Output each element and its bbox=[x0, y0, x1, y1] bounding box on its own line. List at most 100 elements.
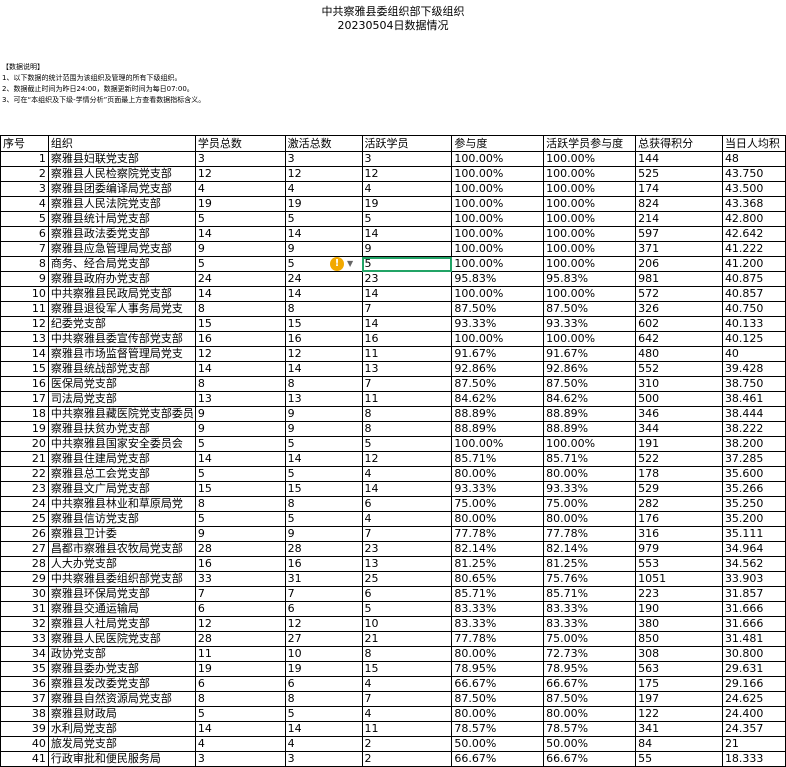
table-cell[interactable]: 341 bbox=[635, 721, 723, 737]
table-cell[interactable]: 87.50% bbox=[543, 301, 637, 317]
table-cell[interactable]: 23 bbox=[361, 541, 453, 557]
table-cell[interactable]: 3 bbox=[194, 751, 286, 767]
table-cell[interactable]: 43.750 bbox=[721, 166, 786, 182]
table-cell[interactable]: 4 bbox=[361, 706, 453, 722]
row-number-cell[interactable]: 36 bbox=[0, 676, 49, 692]
table-cell[interactable]: 602 bbox=[635, 316, 723, 332]
row-number-cell[interactable]: 4 bbox=[0, 196, 49, 212]
table-cell[interactable]: 14 bbox=[194, 361, 286, 377]
table-cell[interactable]: 92.86% bbox=[451, 361, 545, 377]
table-cell[interactable]: 81.25% bbox=[451, 556, 545, 572]
table-cell[interactable]: 92.86% bbox=[543, 361, 637, 377]
table-cell[interactable]: 8 bbox=[284, 376, 363, 392]
table-cell[interactable]: 24.625 bbox=[721, 691, 786, 707]
table-cell[interactable]: 中共察雅县民政局党支部 bbox=[47, 286, 196, 302]
table-cell[interactable]: 6 bbox=[284, 601, 363, 617]
table-cell[interactable]: 100.00% bbox=[543, 166, 637, 182]
table-cell[interactable]: 5 bbox=[284, 706, 363, 722]
table-cell[interactable]: 178 bbox=[635, 466, 723, 482]
table-cell[interactable]: 87.50% bbox=[543, 376, 637, 392]
table-cell[interactable]: 50.00% bbox=[451, 736, 545, 752]
row-number-cell[interactable]: 6 bbox=[0, 226, 49, 242]
table-cell[interactable]: 77.78% bbox=[451, 631, 545, 647]
table-cell[interactable]: 察雅县人社局党支部 bbox=[47, 616, 196, 632]
table-cell[interactable]: 6 bbox=[194, 676, 286, 692]
table-cell[interactable]: 15 bbox=[284, 316, 363, 332]
column-header[interactable]: 学员总数 bbox=[194, 135, 286, 152]
table-cell[interactable]: 552 bbox=[635, 361, 723, 377]
row-number-cell[interactable]: 14 bbox=[0, 346, 49, 362]
table-cell[interactable]: 14 bbox=[284, 451, 363, 467]
table-cell[interactable]: 3 bbox=[284, 151, 363, 167]
table-cell[interactable]: 78.57% bbox=[451, 721, 545, 737]
table-cell[interactable]: 14 bbox=[194, 226, 286, 242]
table-cell[interactable]: 5 bbox=[194, 466, 286, 482]
row-number-cell[interactable]: 38 bbox=[0, 706, 49, 722]
table-cell[interactable]: 191 bbox=[635, 436, 723, 452]
table-cell[interactable]: 100.00% bbox=[543, 151, 637, 167]
table-cell[interactable]: 23 bbox=[361, 271, 453, 287]
table-cell[interactable]: 72.73% bbox=[543, 646, 637, 662]
table-cell[interactable]: 40 bbox=[721, 346, 786, 362]
column-header[interactable]: 参与度 bbox=[451, 135, 545, 152]
table-cell[interactable]: 19 bbox=[284, 661, 363, 677]
row-number-cell[interactable]: 33 bbox=[0, 631, 49, 647]
table-cell[interactable]: 100.00% bbox=[543, 181, 637, 197]
table-cell[interactable]: 6 bbox=[361, 496, 453, 512]
table-cell[interactable]: 5 bbox=[194, 706, 286, 722]
row-number-cell[interactable]: 26 bbox=[0, 526, 49, 542]
table-cell[interactable]: 100.00% bbox=[543, 211, 637, 227]
table-cell[interactable]: 82.14% bbox=[543, 541, 637, 557]
table-cell[interactable]: 察雅县财政局 bbox=[47, 706, 196, 722]
table-cell[interactable]: 12 bbox=[361, 451, 453, 467]
table-cell[interactable]: 87.50% bbox=[451, 691, 545, 707]
table-cell[interactable]: 50.00% bbox=[543, 736, 637, 752]
table-cell[interactable]: 29.631 bbox=[721, 661, 786, 677]
warning-icon[interactable]: ! bbox=[330, 257, 344, 271]
table-cell[interactable]: 7 bbox=[361, 526, 453, 542]
row-number-cell[interactable]: 21 bbox=[0, 451, 49, 467]
table-cell[interactable]: 316 bbox=[635, 526, 723, 542]
table-cell[interactable]: 553 bbox=[635, 556, 723, 572]
table-cell[interactable]: 纪委党支部 bbox=[47, 316, 196, 332]
column-header[interactable]: 活跃学员参与度 bbox=[543, 135, 637, 152]
table-cell[interactable]: 480 bbox=[635, 346, 723, 362]
table-cell[interactable]: 39.428 bbox=[721, 361, 786, 377]
table-cell[interactable]: 31.481 bbox=[721, 631, 786, 647]
table-cell[interactable]: 16 bbox=[361, 331, 453, 347]
row-number-cell[interactable]: 27 bbox=[0, 541, 49, 557]
row-number-cell[interactable]: 40 bbox=[0, 736, 49, 752]
table-cell[interactable]: 77.78% bbox=[543, 526, 637, 542]
table-cell[interactable]: 5 bbox=[284, 211, 363, 227]
table-cell[interactable]: 88.89% bbox=[451, 421, 545, 437]
table-cell[interactable]: 16 bbox=[284, 331, 363, 347]
table-cell[interactable]: 979 bbox=[635, 541, 723, 557]
table-cell[interactable]: 5 bbox=[284, 466, 363, 482]
table-cell[interactable]: 80.00% bbox=[543, 466, 637, 482]
table-cell[interactable]: 察雅县统战部党支部 bbox=[47, 361, 196, 377]
table-cell[interactable]: 13 bbox=[194, 391, 286, 407]
table-cell[interactable]: 8 bbox=[361, 646, 453, 662]
table-cell[interactable]: 30.800 bbox=[721, 646, 786, 662]
table-cell[interactable]: 察雅县自然资源局党支部 bbox=[47, 691, 196, 707]
table-cell[interactable]: 100.00% bbox=[451, 436, 545, 452]
table-cell[interactable]: 29.166 bbox=[721, 676, 786, 692]
table-cell[interactable]: 21 bbox=[721, 736, 786, 752]
row-number-cell[interactable]: 10 bbox=[0, 286, 49, 302]
table-cell[interactable]: 7 bbox=[194, 586, 286, 602]
table-cell[interactable]: 察雅县市场监督管理局党支 bbox=[47, 346, 196, 362]
table-cell[interactable]: 9 bbox=[284, 526, 363, 542]
table-cell[interactable]: 75.00% bbox=[543, 496, 637, 512]
table-cell[interactable]: 19 bbox=[284, 196, 363, 212]
table-cell[interactable]: 95.83% bbox=[543, 271, 637, 287]
table-cell[interactable]: 24 bbox=[194, 271, 286, 287]
table-cell[interactable]: 14 bbox=[284, 361, 363, 377]
table-cell[interactable]: 197 bbox=[635, 691, 723, 707]
table-cell[interactable]: 38.461 bbox=[721, 391, 786, 407]
table-cell[interactable]: 642 bbox=[635, 331, 723, 347]
table-cell[interactable]: 93.33% bbox=[543, 481, 637, 497]
table-cell[interactable]: 80.00% bbox=[451, 646, 545, 662]
table-cell[interactable]: 察雅县政法委党支部 bbox=[47, 226, 196, 242]
table-cell[interactable]: 282 bbox=[635, 496, 723, 512]
table-cell[interactable]: 37.285 bbox=[721, 451, 786, 467]
